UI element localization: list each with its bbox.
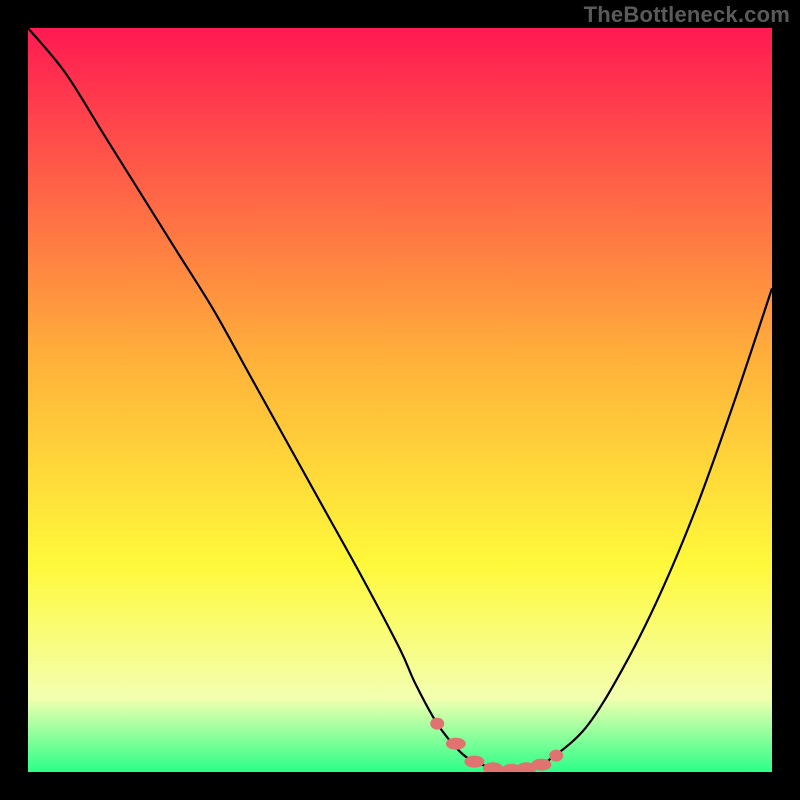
marker-point	[430, 718, 444, 730]
gradient-background	[28, 28, 772, 772]
chart-frame: TheBottleneck.com	[0, 0, 800, 800]
marker-point	[549, 750, 563, 762]
marker-point	[464, 756, 484, 768]
watermark-text: TheBottleneck.com	[584, 2, 790, 28]
marker-point	[531, 759, 551, 771]
marker-point	[446, 738, 466, 750]
bottleneck-plot	[28, 28, 772, 772]
